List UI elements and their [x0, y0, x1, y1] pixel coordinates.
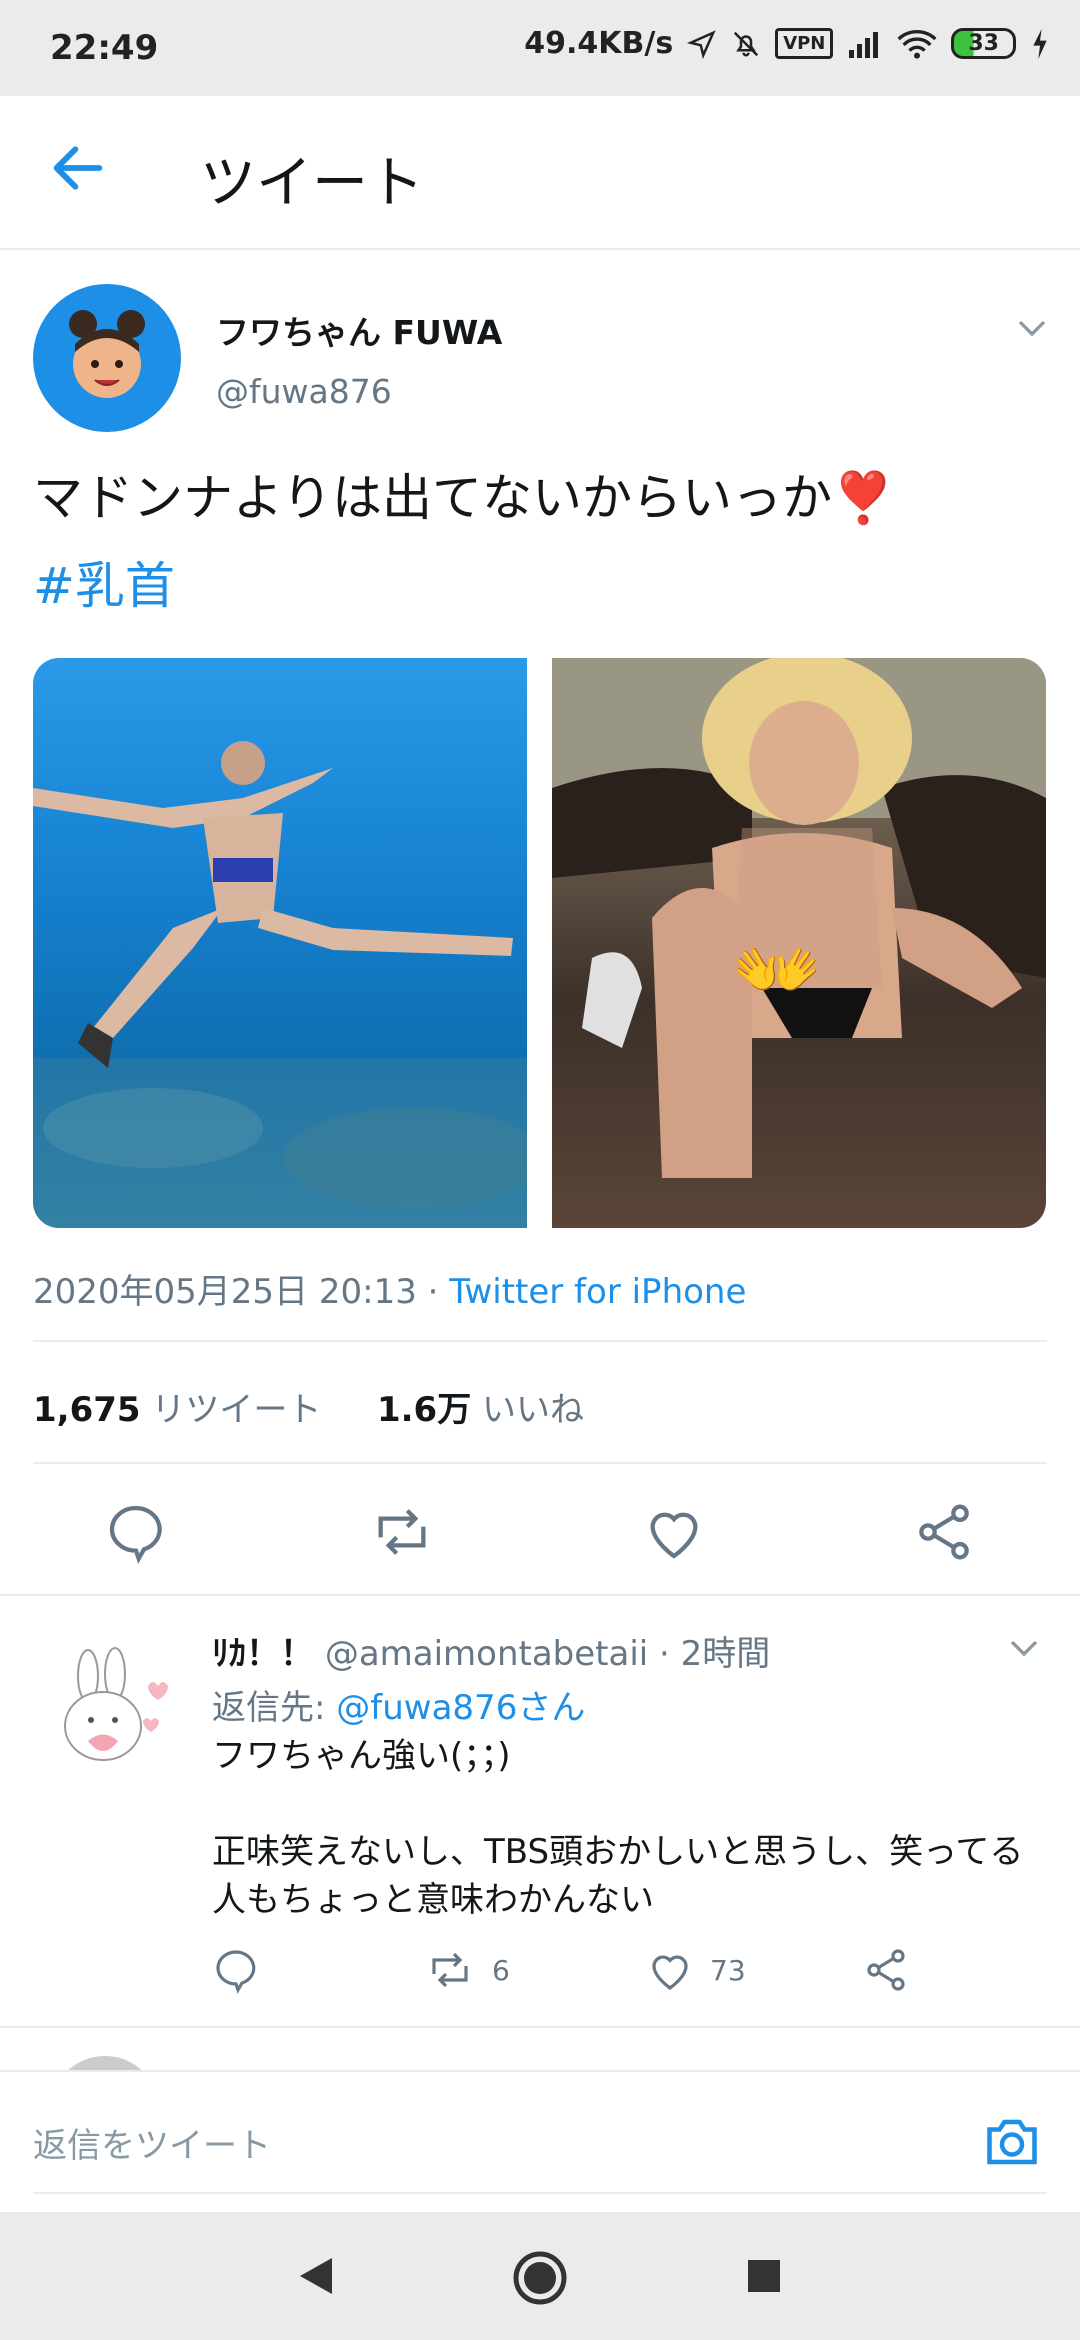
reply-text: フワちゃん強い(；；) 正味笑えないし、TBS頭おかしいと思うし、笑ってる人もち…: [212, 1732, 1052, 1924]
reply-action-share[interactable]: [862, 1946, 910, 1994]
page-title: ツイート: [200, 151, 424, 216]
reply-to-label: 返信先:: [212, 1688, 337, 1728]
bunny-avatar-image: [64, 1647, 168, 1761]
reply-action-like[interactable]: 73: [646, 1946, 746, 1994]
status-icons: 49.4KB/s VPN 33: [524, 26, 1050, 61]
nav-recents-icon[interactable]: [746, 2258, 782, 2294]
app-header: ツイート: [0, 96, 1080, 250]
chevron-down-icon[interactable]: [1006, 1630, 1042, 1666]
share-icon[interactable]: [912, 1500, 976, 1564]
reply-avatar[interactable]: [33, 1636, 183, 1786]
reply-compose-bar[interactable]: 返信をツイート: [0, 2070, 1080, 2212]
camera-icon[interactable]: [982, 2112, 1042, 2172]
status-bar: 22:49 49.4KB/s VPN 33: [0, 0, 1080, 96]
author-name[interactable]: フワちゃん FUWA: [216, 306, 502, 354]
nav-back-icon[interactable]: [296, 2254, 336, 2298]
like-label: いいね: [482, 1390, 585, 1430]
retweet-icon[interactable]: [370, 1500, 434, 1564]
reply-icon: [216, 1950, 256, 1994]
compose-placeholder[interactable]: 返信をツイート: [33, 2118, 271, 2167]
reply-like-count: 73: [710, 1953, 746, 1987]
tweet-text: マドンナよりは出てないからいっか❣️: [33, 466, 1053, 530]
tweet-stats: 1,675 リツイート 1.6万 いいね: [33, 1382, 584, 1431]
system-nav-bar: [0, 2212, 1080, 2340]
reply-retweet-count: 6: [492, 1953, 510, 1987]
divider: [33, 1340, 1047, 1342]
reply-author-handle[interactable]: @amaimontabetaii: [325, 1634, 648, 1674]
reply-text-line: 正味笑えないし、TBS頭おかしいと思うし、笑ってる人もちょっと意味わかんない: [212, 1832, 1024, 1920]
reply-icon[interactable]: [104, 1500, 168, 1564]
like-count: 1.6万: [376, 1390, 472, 1430]
divider: [33, 1462, 1047, 1464]
back-arrow-icon[interactable]: [46, 136, 110, 200]
battery-indicator: 33: [951, 28, 1016, 59]
tweet-source-link[interactable]: Twitter for iPhone: [449, 1272, 746, 1312]
reply-to-handle[interactable]: @fuwa876さん: [336, 1688, 585, 1728]
retweet-stat[interactable]: 1,675 リツイート: [33, 1390, 321, 1430]
like-heart-icon[interactable]: [642, 1500, 706, 1564]
like-heart-icon: [652, 1955, 688, 1990]
vpn-badge: VPN: [775, 28, 834, 59]
wifi-icon: [897, 29, 937, 59]
avatar-face-image: [69, 310, 145, 398]
retweet-icon: [432, 1952, 468, 1988]
tweet-image-madonna[interactable]: 👐: [552, 658, 1046, 1228]
network-speed: 49.4KB/s: [524, 26, 674, 61]
chevron-down-icon[interactable]: [1014, 310, 1050, 346]
charging-icon: [1033, 28, 1047, 59]
share-icon: [867, 1949, 905, 1991]
tweet-timestamp[interactable]: 2020年05月25日 20:13: [33, 1272, 417, 1312]
reply-author-name[interactable]: ﾘｶ！！: [212, 1634, 314, 1674]
tweet-image-underwater[interactable]: [33, 658, 527, 1228]
meta-separator: ·: [416, 1272, 450, 1312]
reply-header: ﾘｶ！！ @amaimontabetaii · 2時間: [212, 1626, 770, 1675]
author-handle[interactable]: @fuwa876: [216, 372, 392, 411]
nav-home-icon[interactable]: [512, 2250, 568, 2306]
status-time: 22:49: [50, 28, 159, 68]
location-icon: [687, 29, 716, 59]
hashtag-link[interactable]: #乳首: [33, 546, 175, 618]
retweet-label: リツイート: [151, 1390, 322, 1430]
heart-emoji: ❣️: [832, 469, 895, 527]
reply-text-line: フワちゃん強い(；；): [212, 1736, 511, 1776]
divider: [0, 2026, 1080, 2028]
hands-emoji-censor: 👐: [732, 928, 822, 1012]
tweet-body: マドンナよりは出てないからいっか: [33, 469, 832, 527]
underwater-photo: [33, 741, 527, 1228]
compose-underline: [33, 2192, 1047, 2194]
reply-action-reply[interactable]: [212, 1946, 260, 1994]
divider: [0, 1594, 1080, 1596]
tweet-meta: 2020年05月25日 20:13 · Twitter for iPhone: [33, 1264, 746, 1313]
retweet-count: 1,675: [33, 1390, 141, 1430]
reply-to-line: 返信先: @fuwa876さん: [212, 1680, 585, 1729]
signal-icon: [849, 31, 879, 58]
author-avatar[interactable]: [33, 284, 181, 432]
reply-time: · 2時間: [648, 1634, 771, 1674]
reply-action-retweet[interactable]: 6: [424, 1946, 510, 1994]
like-stat[interactable]: 1.6万 いいね: [377, 1390, 584, 1430]
mute-bell-icon: [734, 31, 759, 56]
